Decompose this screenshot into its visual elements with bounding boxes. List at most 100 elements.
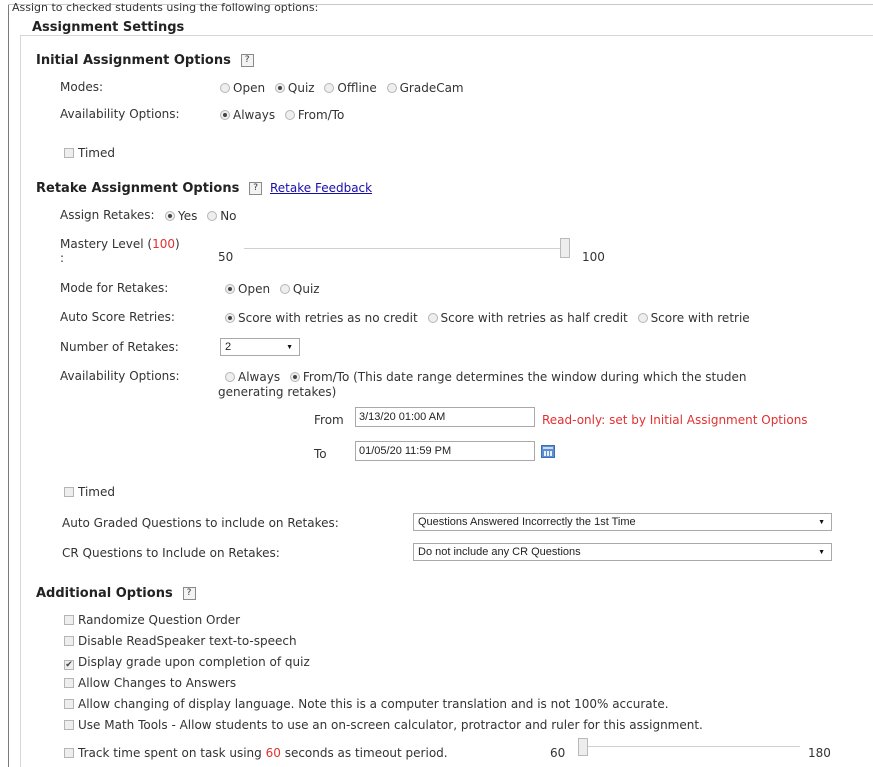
additional-option-randomize[interactable]: Randomize Question Order <box>64 613 240 627</box>
radio-checked-icon <box>220 110 230 120</box>
auto-graded-select[interactable]: Questions Answered Incorrectly the 1st T… <box>413 513 832 531</box>
additional-option-math-tools[interactable]: Use Math Tools - Allow students to use a… <box>64 718 703 732</box>
intro-text: Assign to checked students using the fol… <box>12 1 319 14</box>
mode-retakes-label: Mode for Retakes: <box>60 281 169 295</box>
checkbox-icon <box>64 487 74 497</box>
score-no-credit-label: Score with retries as no credit <box>238 311 418 325</box>
retake-timed-label: Timed <box>78 485 115 499</box>
mastery-value: 100 <box>152 237 175 251</box>
assign-yes-label: Yes <box>178 209 198 223</box>
radio-checked-icon <box>165 211 175 221</box>
radio-icon <box>279 284 290 294</box>
track-time-label-post: seconds as timeout period. <box>280 746 448 760</box>
retake-mode-quiz-option[interactable]: Quiz <box>279 282 320 296</box>
page-left-border <box>8 4 9 767</box>
score-no-credit-option[interactable]: Score with retries as no credit <box>225 311 418 325</box>
mastery-slider-handle[interactable] <box>560 238 570 258</box>
auto-score-radio-group: Score with retries as no credit Score wi… <box>225 311 756 325</box>
radio-checked-icon <box>225 313 235 323</box>
retake-options-heading: Retake Assignment Options <box>36 181 240 196</box>
help-icon[interactable]: ? <box>249 182 263 195</box>
retake-mode-open-option[interactable]: Open <box>225 282 270 296</box>
retake-always-label: Always <box>238 370 281 384</box>
auto-graded-label: Auto Graded Questions to include on Reta… <box>62 516 339 530</box>
mode-quiz-label: Quiz <box>287 81 315 95</box>
mastery-min-label: 50 <box>218 250 234 264</box>
mastery-max-label: 100 <box>582 250 605 264</box>
cr-questions-label: CR Questions to Include on Retakes: <box>62 546 280 560</box>
checkbox-icon <box>64 699 74 709</box>
additional-option-display-grade[interactable]: ✔ Display grade upon completion of quiz <box>64 655 310 670</box>
initial-options-heading: Initial Assignment Options <box>36 53 231 68</box>
availability-label: Availability Options: <box>60 107 180 121</box>
assignment-settings-legend: Assignment Settings <box>32 20 189 35</box>
additional-option-readspeaker[interactable]: Disable ReadSpeaker text-to-speech <box>64 634 297 648</box>
additional-option-allow-changes[interactable]: Allow Changes to Answers <box>64 676 236 690</box>
option-label: Disable ReadSpeaker text-to-speech <box>78 634 297 648</box>
number-retakes-select[interactable]: 2 ▼ <box>220 338 300 356</box>
mode-retakes-radio-group: Open Quiz <box>225 282 326 296</box>
availability-fromto-option[interactable]: From/To <box>284 108 345 122</box>
chevron-down-icon: ▼ <box>818 549 825 556</box>
option-label: Use Math Tools - Allow students to use a… <box>78 718 703 732</box>
help-icon[interactable]: ? <box>182 587 196 600</box>
checkbox-checked-icon: ✔ <box>64 660 74 670</box>
mode-offline-option[interactable]: Offline <box>324 81 377 95</box>
radio-icon <box>207 211 218 221</box>
mastery-colon: : <box>60 251 65 265</box>
availability-always-option[interactable]: Always <box>220 108 275 122</box>
additional-options-heading: Additional Options <box>36 586 173 601</box>
auto-graded-value: Questions Answered Incorrectly the 1st T… <box>418 516 636 528</box>
readonly-note: Read-only: set by Initial Assignment Opt… <box>542 413 808 427</box>
availability-fromto-label: From/To <box>297 108 345 122</box>
mastery-slider-track[interactable] <box>244 248 570 249</box>
retake-timed-option[interactable]: Timed <box>64 485 115 499</box>
mode-quiz-option[interactable]: Quiz <box>274 81 315 95</box>
initial-options-header: Initial Assignment Options ? <box>36 53 254 68</box>
mode-open-option[interactable]: Open <box>220 81 265 95</box>
retake-fromto-option[interactable]: From/To (This date range determines the … <box>289 370 746 384</box>
radio-icon <box>637 313 648 323</box>
from-date-input[interactable]: 3/13/20 01:00 AM <box>355 407 535 427</box>
number-retakes-label: Number of Retakes: <box>60 340 179 354</box>
radio-checked-icon <box>289 372 300 382</box>
additional-option-display-language[interactable]: Allow changing of display language. Note… <box>64 697 669 711</box>
checkbox-icon <box>64 615 74 625</box>
assign-no-option[interactable]: No <box>207 209 237 223</box>
help-icon[interactable]: ? <box>240 54 254 67</box>
from-label: From <box>314 413 344 427</box>
retake-options-header: Retake Assignment Options ? Retake Feedb… <box>36 181 372 196</box>
track-time-label-pre: Track time spent on task using <box>78 746 266 760</box>
mastery-label-text: Mastery Level ( <box>60 237 153 251</box>
checkbox-icon <box>64 148 74 158</box>
score-other-label: Score with retrie <box>650 311 750 325</box>
track-time-slider-handle[interactable] <box>578 738 588 756</box>
score-half-credit-option[interactable]: Score with retries as half credit <box>427 311 628 325</box>
availability-radio-group: Always From/To <box>220 108 350 122</box>
cr-questions-select[interactable]: Do not include any CR Questions ▼ <box>413 543 832 561</box>
chevron-down-icon: ▼ <box>818 519 825 526</box>
radio-checked-icon <box>225 284 235 294</box>
chevron-down-icon: ▼ <box>286 344 293 351</box>
assign-yes-option[interactable]: Yes <box>165 209 197 223</box>
checkbox-icon <box>64 678 74 688</box>
track-time-slider-track[interactable] <box>578 746 800 747</box>
initial-timed-option[interactable]: Timed <box>64 146 115 160</box>
score-other-option[interactable]: Score with retrie <box>637 311 750 325</box>
to-label: To <box>314 447 327 461</box>
mastery-level-label: Mastery Level (100) <box>60 237 180 251</box>
track-time-option[interactable]: Track time spent on task using 60 second… <box>64 746 448 760</box>
checkbox-icon <box>64 748 74 758</box>
track-time-value: 60 <box>265 746 281 760</box>
initial-timed-label: Timed <box>78 146 115 160</box>
availability-always-label: Always <box>233 108 276 122</box>
calendar-icon[interactable] <box>541 445 555 458</box>
retake-mode-quiz-label: Quiz <box>292 282 320 296</box>
retake-always-option[interactable]: Always <box>225 370 280 384</box>
modes-radio-group: Open Quiz Offline GradeCam <box>220 81 470 95</box>
option-label: Randomize Question Order <box>78 613 241 627</box>
radio-checked-icon <box>274 83 285 93</box>
mode-gradecam-option[interactable]: GradeCam <box>386 81 464 95</box>
retake-feedback-link[interactable]: Retake Feedback <box>270 181 372 195</box>
to-date-input[interactable]: 01/05/20 11:59 PM <box>355 441 535 461</box>
